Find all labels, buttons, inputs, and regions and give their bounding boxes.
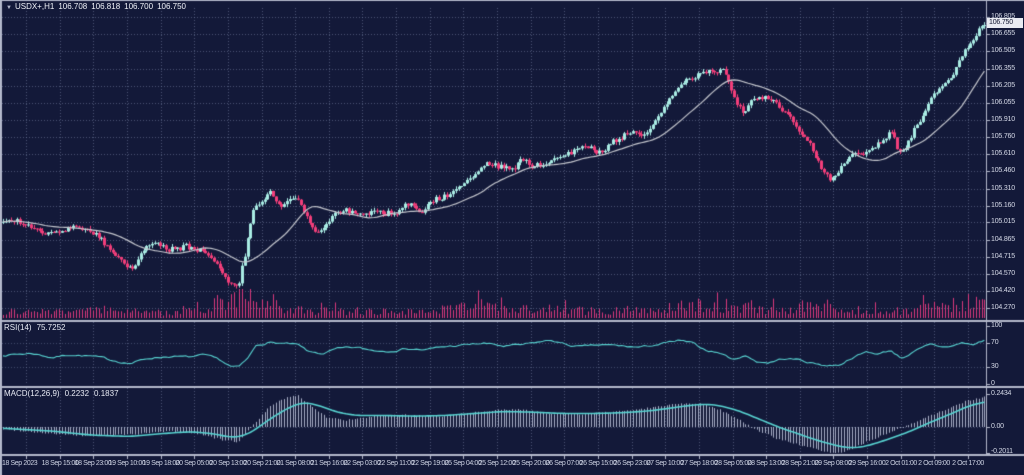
time-axis-label: 26 Sep 23:00 — [614, 460, 651, 467]
time-axis-label: 25 Sep 12:00 — [479, 460, 516, 467]
time-axis-label: 25 Sep 20:00 — [513, 460, 550, 467]
price-axis-label: 106.505 — [991, 47, 1015, 54]
time-axis-label: 26 Sep 07:00 — [546, 460, 583, 467]
time-axis-label: 20 Sep 13:00 — [210, 460, 247, 467]
price-axis-label: 106.655 — [991, 30, 1015, 37]
time-axis-label: 19 Sep 10:00 — [109, 460, 146, 467]
time-axis-label: 22 Sep 19:00 — [412, 460, 449, 467]
price-axis-label: 106.205 — [991, 82, 1015, 89]
time-axis-label: 29 Sep 16:00 — [849, 460, 886, 467]
close-value: 106.750 — [157, 2, 186, 11]
time-axis-label: 20 Sep 21:00 — [244, 460, 281, 467]
price-axis-label: 105.015 — [991, 218, 1015, 225]
time-axis-label: 2 Oct 01:00 — [885, 460, 917, 467]
price-axis-label: 104.570 — [991, 270, 1015, 277]
time-axis-label: 2 Oct 09:00 — [918, 460, 950, 467]
macd-signal-value: 0.1837 — [94, 389, 118, 398]
price-axis-label: 104.270 — [991, 304, 1015, 311]
rsi-axis-label: 100 — [991, 322, 1002, 329]
time-axis-label: 27 Sep 10:00 — [647, 460, 684, 467]
time-axis-label: 21 Sep 16:00 — [311, 460, 348, 467]
price-axis-label: 105.610 — [991, 150, 1015, 157]
rsi-panel-label: RSI(14) 75.7252 — [4, 323, 70, 332]
macd-axis-label: 0.00 — [991, 423, 1004, 430]
symbol-period-label: USDX+,H1 — [15, 2, 54, 11]
time-axis-label: 20 Sep 05:00 — [176, 460, 213, 467]
time-axis-label: 26 Sep 15:00 — [580, 460, 617, 467]
price-axis-label: 105.910 — [991, 116, 1015, 123]
macd-axis-label: 0.2434 — [991, 390, 1011, 397]
chart-window: ▼USDX+,H1 106.708 106.818 106.700 106.750 RS… — [0, 0, 1024, 475]
price-axis-label: 104.715 — [991, 253, 1015, 260]
time-axis-label: 18 Sep 23:00 — [75, 460, 112, 467]
rsi-label: RSI(14) — [4, 323, 32, 332]
price-axis-label: 105.460 — [991, 167, 1015, 174]
price-axis-label: 104.420 — [991, 287, 1015, 294]
rsi-axis-label: 30 — [991, 363, 998, 370]
time-axis-label: 25 Sep 04:00 — [445, 460, 482, 467]
chart-title: ▼USDX+,H1 106.708 106.818 106.700 106.750 — [6, 2, 190, 11]
symbol-dropdown-icon[interactable]: ▼ — [6, 5, 12, 11]
macd-panel-label: MACD(12,26,9) 0.2232 0.1837 — [4, 389, 124, 398]
high-value: 106.818 — [91, 2, 120, 11]
time-axis-label: 19 Sep 18:00 — [143, 460, 180, 467]
price-axis-label: 105.310 — [991, 185, 1015, 192]
time-axis-label: 22 Sep 03:00 — [344, 460, 381, 467]
time-axis-label: 28 Sep 05:00 — [715, 460, 752, 467]
price-axis-label: 106.355 — [991, 65, 1015, 72]
time-axis-label: 29 Sep 08:00 — [815, 460, 852, 467]
time-axis-label: 2 Oct 17:00 — [952, 460, 984, 467]
price-axis-label: 105.760 — [991, 133, 1015, 140]
macd-value: 0.2232 — [65, 389, 89, 398]
low-value: 106.700 — [124, 2, 153, 11]
time-axis-label: 21 Sep 08:00 — [277, 460, 314, 467]
time-axis-label: 18 Sep 2023 — [2, 460, 37, 467]
time-axis-label: 28 Sep 13:00 — [748, 460, 785, 467]
rsi-axis-label: 0 — [991, 380, 995, 387]
macd-label: MACD(12,26,9) — [4, 389, 60, 398]
rsi-axis-label: 70 — [991, 339, 998, 346]
rsi-value: 75.7252 — [37, 323, 66, 332]
time-axis-label: 27 Sep 18:00 — [681, 460, 718, 467]
time-axis-label: 28 Sep 21:00 — [782, 460, 819, 467]
price-axis-label: 104.865 — [991, 236, 1015, 243]
current-price-badge: 106.750 — [987, 18, 1023, 28]
chart-canvas[interactable] — [0, 0, 1024, 475]
price-axis-label: 105.160 — [991, 202, 1015, 209]
time-axis-label: 18 Sep 15:00 — [42, 460, 79, 467]
open-value: 106.708 — [58, 2, 87, 11]
time-axis-label: 22 Sep 11:00 — [378, 460, 414, 467]
price-axis-label: 106.055 — [991, 99, 1015, 106]
macd-axis-label: -0.2011 — [991, 448, 1013, 455]
